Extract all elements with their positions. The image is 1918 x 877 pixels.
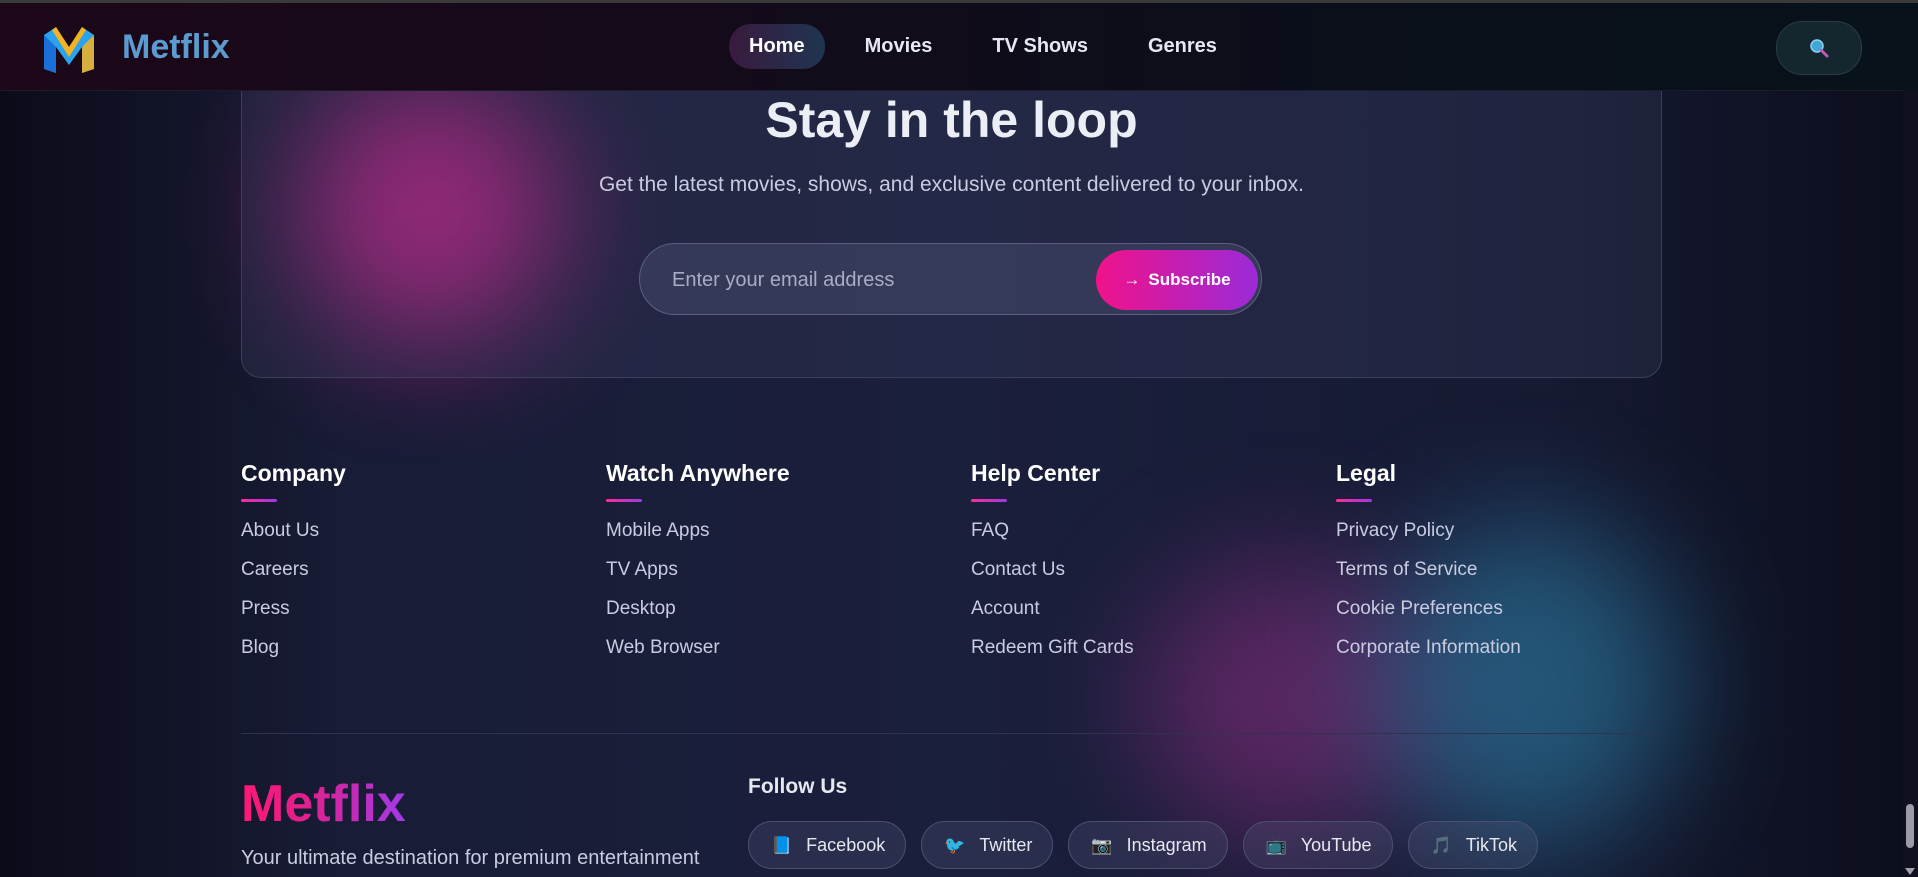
footer-link-tv-apps[interactable]: TV Apps	[606, 557, 790, 596]
title-underline	[971, 499, 1007, 502]
nav-home[interactable]: Home	[729, 23, 825, 69]
footer-column-help-center: Help Center FAQ Contact Us Account Redee…	[971, 460, 1134, 674]
footer-link-contact-us[interactable]: Contact Us	[971, 557, 1134, 596]
social-label: YouTube	[1300, 834, 1372, 855]
subscribe-button[interactable]: → Subscribe	[1096, 250, 1258, 310]
footer-link-cookie-preferences[interactable]: Cookie Preferences	[1336, 596, 1521, 635]
footer-link-blog[interactable]: Blog	[241, 635, 346, 674]
nav-movies[interactable]: Movies	[845, 24, 953, 69]
arrow-right-icon: →	[1123, 270, 1141, 289]
social-label: Twitter	[979, 834, 1033, 855]
footer-link-redeem-gift-cards[interactable]: Redeem Gift Cards	[971, 635, 1134, 674]
social-label: Instagram	[1126, 834, 1207, 855]
window-top-border	[0, 0, 1918, 3]
newsletter-card: Stay in the loop Get the latest movies, …	[241, 60, 1662, 378]
scroll-down-arrow-icon[interactable]	[1905, 868, 1915, 875]
social-links: 📘 Facebook 🐦 Twitter 📷 Instagram 📺 YouTu…	[748, 821, 1539, 869]
social-label: TikTok	[1465, 834, 1518, 855]
youtube-icon: 📺	[1265, 835, 1287, 855]
footer-column-company: Company About Us Careers Press Blog	[241, 460, 346, 674]
scrollbar-thumb[interactable]	[1906, 804, 1914, 848]
title-underline	[606, 499, 642, 502]
subscribe-label: Subscribe	[1148, 270, 1231, 289]
footer-link-corporate-information[interactable]: Corporate Information	[1336, 635, 1521, 674]
footer-tagline: Your ultimate destination for premium en…	[241, 847, 700, 869]
title-underline	[241, 499, 277, 502]
footer-column-title: Help Center	[971, 460, 1101, 486]
search-button[interactable]	[1776, 21, 1862, 75]
footer-link-press[interactable]: Press	[241, 596, 346, 635]
email-input[interactable]	[670, 256, 1054, 304]
footer-link-mobile-apps[interactable]: Mobile Apps	[606, 518, 790, 557]
footer-link-desktop[interactable]: Desktop	[606, 596, 790, 635]
footer-column-legal: Legal Privacy Policy Terms of Service Co…	[1336, 460, 1521, 674]
footer-link-about-us[interactable]: About Us	[241, 518, 346, 557]
footer-column-watch-anywhere: Watch Anywhere Mobile Apps TV Apps Deskt…	[606, 460, 790, 674]
footer-link-terms-of-service[interactable]: Terms of Service	[1336, 557, 1521, 596]
footer-column-title: Company	[241, 460, 346, 486]
footer-link-web-browser[interactable]: Web Browser	[606, 635, 790, 674]
nav-genres[interactable]: Genres	[1128, 24, 1237, 69]
nav-tv-shows[interactable]: TV Shows	[972, 24, 1108, 69]
social-label: Facebook	[806, 834, 886, 855]
email-form: → Subscribe	[639, 243, 1262, 315]
newsletter-subtitle: Get the latest movies, shows, and exclus…	[598, 173, 1305, 196]
footer-brand-logo[interactable]: Metflix	[241, 776, 406, 832]
title-underline	[1336, 499, 1372, 502]
footer-column-title: Watch Anywhere	[606, 460, 790, 486]
social-tiktok-button[interactable]: 🎵 TikTok	[1407, 821, 1539, 869]
search-icon	[1810, 39, 1829, 58]
follow-us-heading: Follow Us	[748, 775, 848, 798]
social-facebook-button[interactable]: 📘 Facebook	[748, 821, 907, 869]
twitter-icon: 🐦	[944, 835, 966, 855]
metflix-logo-icon[interactable]	[40, 23, 98, 75]
social-youtube-button[interactable]: 📺 YouTube	[1242, 821, 1393, 869]
social-instagram-button[interactable]: 📷 Instagram	[1068, 821, 1228, 869]
brand-name[interactable]: Metflix	[122, 28, 230, 67]
footer-link-careers[interactable]: Careers	[241, 557, 346, 596]
footer-link-privacy-policy[interactable]: Privacy Policy	[1336, 518, 1521, 557]
footer-column-title: Legal	[1336, 460, 1397, 486]
site-header: Metflix Home Movies TV Shows Genres	[0, 3, 1918, 91]
page-scrollbar[interactable]	[1903, 90, 1918, 877]
footer-link-account[interactable]: Account	[971, 596, 1134, 635]
newsletter-title: Stay in the loop	[765, 92, 1138, 148]
instagram-icon: 📷	[1091, 835, 1113, 855]
facebook-icon: 📘	[771, 835, 793, 855]
footer-divider	[241, 733, 1660, 734]
main-nav: Home Movies TV Shows Genres	[729, 23, 1237, 69]
tiktok-icon: 🎵	[1430, 835, 1452, 855]
footer-link-faq[interactable]: FAQ	[971, 518, 1134, 557]
social-twitter-button[interactable]: 🐦 Twitter	[921, 821, 1054, 869]
